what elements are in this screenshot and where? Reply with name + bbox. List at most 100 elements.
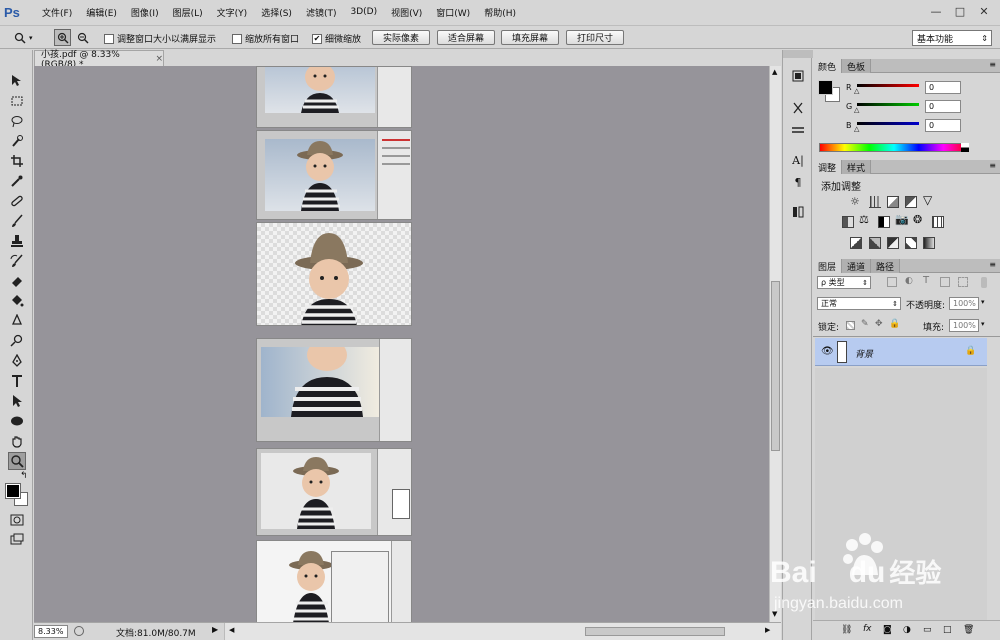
zoom-out-button[interactable]	[74, 29, 91, 46]
document-canvas[interactable]	[34, 66, 769, 622]
filter-smart-icon[interactable]	[958, 277, 968, 287]
lock-transparent-icon[interactable]	[846, 321, 855, 330]
status-menu-arrow-icon[interactable]: ▶	[212, 625, 218, 634]
zoom-field[interactable]: 8.33%	[34, 625, 68, 638]
tab-styles[interactable]: 样式	[842, 160, 872, 174]
screen-mode-button[interactable]	[8, 531, 26, 549]
layer-row-background[interactable]: 👁 背景 🔒	[815, 338, 987, 366]
paint-bucket-tool[interactable]	[8, 292, 26, 310]
r-slider[interactable]	[857, 84, 919, 87]
swap-colors-icon[interactable]: ↰	[20, 471, 28, 481]
filter-pixel-icon[interactable]	[887, 277, 897, 287]
invert-icon[interactable]	[850, 237, 862, 249]
type-tool[interactable]	[8, 372, 26, 390]
path-selection-tool[interactable]	[8, 392, 26, 410]
menu-select[interactable]: 选择(S)	[259, 4, 294, 21]
menu-type[interactable]: 文字(Y)	[215, 4, 250, 21]
scroll-up-icon[interactable]: ▲	[772, 68, 777, 76]
fill-field[interactable]: 100%	[949, 319, 979, 332]
filter-type-icon[interactable]: T	[923, 275, 929, 286]
horizontal-scrollbar[interactable]: ◀ ▶	[224, 623, 781, 640]
scroll-left-icon[interactable]: ◀	[229, 626, 234, 634]
tab-color[interactable]: 颜色	[813, 59, 843, 73]
menu-image[interactable]: 图像(I)	[129, 4, 161, 21]
menu-help[interactable]: 帮助(H)	[482, 4, 518, 21]
tab-swatches[interactable]: 色板	[842, 59, 872, 73]
tab-channels[interactable]: 通道	[842, 259, 872, 273]
color-spectrum[interactable]	[819, 143, 969, 152]
vibrance-icon[interactable]: ▽	[923, 193, 932, 207]
history-brush-tool[interactable]	[8, 252, 26, 270]
exposure-icon[interactable]	[905, 196, 917, 208]
dodge-tool[interactable]	[8, 332, 26, 350]
fill-arrow-icon[interactable]: ▾	[981, 320, 985, 328]
menu-window[interactable]: 窗口(W)	[434, 4, 472, 21]
lock-all-icon[interactable]: 🔒	[889, 319, 900, 329]
lasso-tool[interactable]	[8, 112, 26, 130]
menu-file[interactable]: 文件(F)	[40, 4, 74, 21]
resize-windows-checkbox[interactable]: 调整窗口大小以满屏显示	[104, 32, 216, 45]
eyedropper-tool[interactable]	[8, 172, 26, 190]
opacity-arrow-icon[interactable]: ▾	[981, 298, 985, 306]
brush-presets-icon[interactable]	[790, 122, 806, 138]
curves-icon[interactable]	[887, 196, 899, 208]
blur-tool[interactable]	[8, 312, 26, 330]
history-icon[interactable]	[790, 68, 806, 84]
tool-presets-icon[interactable]	[790, 100, 806, 116]
quick-mask-button[interactable]	[8, 511, 26, 529]
slider-handle-icon[interactable]: △	[854, 106, 859, 114]
workspace-selector[interactable]: 基本功能 ⇕	[912, 30, 992, 46]
paragraph-icon[interactable]: ¶	[790, 174, 806, 190]
brush-tool[interactable]	[8, 212, 26, 230]
minimize-button[interactable]: —	[926, 3, 946, 19]
b-value-field[interactable]: 0	[925, 119, 961, 132]
healing-brush-tool[interactable]	[8, 192, 26, 210]
color-lookup-icon[interactable]	[932, 216, 944, 228]
menu-filter[interactable]: 滤镜(T)	[304, 4, 339, 21]
tab-adjustments[interactable]: 调整	[813, 160, 843, 174]
menu-view[interactable]: 视图(V)	[389, 4, 424, 21]
lock-position-icon[interactable]: ✥	[875, 319, 883, 329]
g-value-field[interactable]: 0	[925, 100, 961, 113]
lock-image-icon[interactable]: ✎	[861, 319, 869, 329]
tab-layers[interactable]: 图层	[813, 259, 843, 273]
actual-pixels-button[interactable]: 实际像素	[372, 30, 430, 45]
crop-tool[interactable]	[8, 152, 26, 170]
clone-stamp-tool[interactable]	[8, 232, 26, 250]
levels-icon[interactable]	[869, 196, 881, 208]
slider-handle-icon[interactable]: △	[854, 87, 859, 95]
filter-adjustment-icon[interactable]: ◐	[905, 276, 913, 286]
close-button[interactable]: ✕	[974, 3, 994, 19]
hue-saturation-icon[interactable]	[842, 216, 854, 228]
black-white-icon[interactable]	[878, 216, 890, 228]
channel-mixer-icon[interactable]: ❂	[913, 213, 922, 226]
zoom-in-button[interactable]	[54, 29, 71, 46]
blend-mode-select[interactable]: 正常 ⇕	[817, 297, 901, 310]
zoom-tool[interactable]	[8, 452, 26, 470]
pen-tool[interactable]	[8, 352, 26, 370]
ellipse-tool[interactable]	[8, 412, 26, 430]
tool-preset-picker[interactable]: ▾	[14, 30, 44, 46]
panel-menu-icon[interactable]: ≡	[989, 260, 996, 269]
panel-menu-icon[interactable]: ≡	[989, 161, 996, 170]
r-value-field[interactable]: 0	[925, 81, 961, 94]
eye-icon[interactable]: 👁	[821, 346, 834, 357]
character-icon[interactable]: A|	[790, 152, 806, 168]
zoom-all-windows-checkbox[interactable]: 缩放所有窗口	[232, 32, 299, 45]
panel-menu-icon[interactable]: ≡	[989, 60, 996, 69]
vertical-scroll-thumb[interactable]	[771, 281, 780, 451]
marquee-tool[interactable]	[8, 92, 26, 110]
layer-filter-select[interactable]: ρ 类型 ⇕	[817, 276, 871, 289]
maximize-button[interactable]: □	[950, 3, 970, 19]
photo-filter-icon[interactable]: 📷	[895, 213, 909, 226]
fill-screen-button[interactable]: 填充屏幕	[501, 30, 559, 45]
threshold-icon[interactable]	[887, 237, 899, 249]
close-tab-icon[interactable]: ×	[155, 54, 163, 64]
filter-toggle[interactable]	[981, 277, 987, 288]
menu-edit[interactable]: 编辑(E)	[84, 4, 119, 21]
gradient-map-icon[interactable]	[923, 237, 935, 249]
scrubby-zoom-checkbox[interactable]: ✔ 细微缩放	[312, 32, 361, 45]
menu-layer[interactable]: 图层(L)	[171, 4, 205, 21]
horizontal-scroll-thumb[interactable]	[585, 627, 725, 636]
status-icon[interactable]	[74, 626, 84, 636]
